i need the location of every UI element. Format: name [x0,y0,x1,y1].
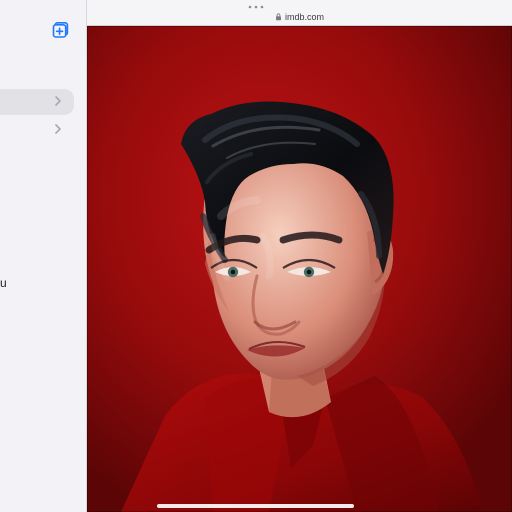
chevron-right-icon [55,124,61,134]
new-tab-icon[interactable] [52,21,70,39]
portrait-photo [87,26,512,512]
more-dots-icon[interactable] [247,5,265,9]
home-indicator[interactable] [157,504,354,508]
chevron-right-icon [55,96,61,106]
sidebar-item-selected[interactable] [0,89,74,115]
browser-main: imdb.com [87,0,512,512]
screen: u imdb.com [0,0,512,512]
sidebar-item[interactable] [0,117,74,143]
web-content [87,26,512,512]
sidebar: u [0,0,87,512]
sidebar-text-fragment: u [0,276,7,290]
url-display[interactable]: imdb.com [87,12,512,22]
url-text: imdb.com [284,12,324,22]
lock-icon [275,13,281,21]
address-bar[interactable]: imdb.com [87,0,512,26]
